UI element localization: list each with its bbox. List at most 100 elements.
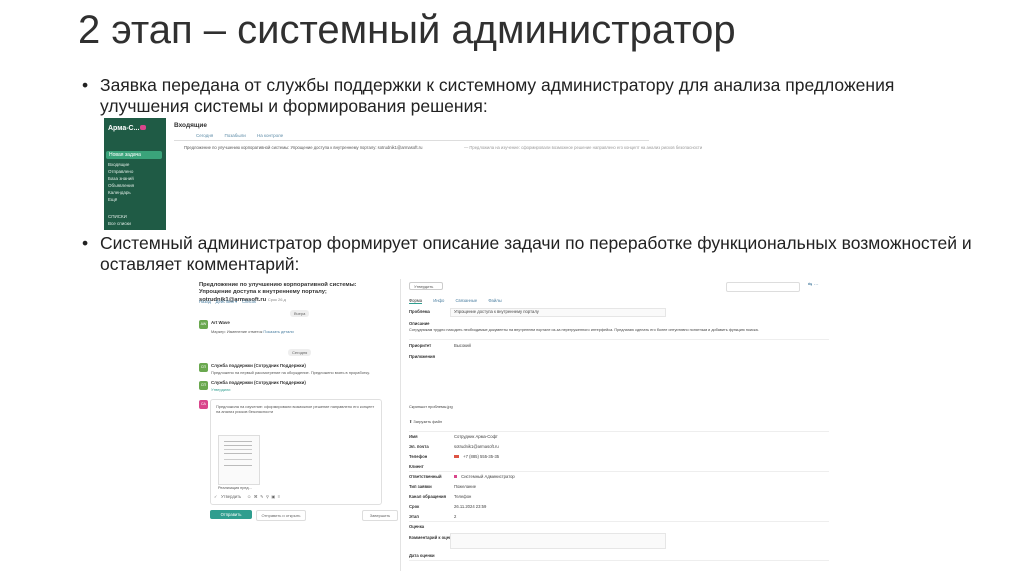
message-text: Маркер: Изменение отметок Показать детал… (211, 329, 294, 334)
phone-value[interactable]: +7 (885) 555-35-35 (454, 454, 499, 459)
complete-button[interactable]: Завершить (362, 510, 398, 521)
show-details-link[interactable]: Показать детали (263, 329, 293, 334)
reply-text[interactable]: Предложила на изучение: сформировали воз… (216, 404, 376, 414)
tab-related[interactable]: Связанные (456, 298, 478, 303)
send-button[interactable]: Отправить (210, 510, 252, 519)
bullet-dot: • (82, 75, 89, 95)
email-value[interactable]: sotrudnik1@armasoft.ru (454, 444, 499, 449)
app-name[interactable]: Арма-С... (108, 125, 139, 132)
channel-label: Канал обращения (409, 494, 447, 499)
responsible-name: Системный Администратор (461, 474, 515, 479)
tab-files[interactable]: Файлы (488, 298, 501, 303)
type-value[interactable]: Пожелание (454, 484, 476, 489)
link-icon[interactable]: ⚲ (266, 494, 269, 499)
problem-label: Проблема (409, 309, 430, 314)
rating-comment-label: Комментарий к оценке (409, 535, 457, 540)
actions-menu[interactable]: Действия ▾ (216, 299, 238, 304)
attachment-thumbnail[interactable] (218, 435, 260, 485)
more-icon[interactable]: ⋯ (814, 282, 819, 288)
emoji-icon[interactable]: ☺ (247, 494, 251, 499)
tab-control[interactable]: На контроле (257, 133, 283, 138)
inbox-row-title[interactable]: Предложение по улучшению корпоративной с… (184, 145, 422, 150)
channel-value[interactable]: Телефон (454, 494, 471, 499)
tab-forgotten[interactable]: Позабыли (225, 133, 246, 138)
format-icon[interactable]: ✎ (260, 494, 264, 499)
deadline-value[interactable]: 26.11.2024 23:59 (454, 504, 486, 509)
nav-item-inbox[interactable]: Входящие (108, 162, 129, 167)
phone-label: Телефон (409, 454, 428, 459)
bullet-2-text: Системный администратор формирует описан… (100, 233, 972, 274)
avatar: AW (199, 320, 208, 329)
tab-today[interactable]: Сегодня (196, 133, 213, 138)
screenshot-file[interactable]: Скриншот проблемы.jpg (409, 404, 453, 409)
divider (409, 521, 829, 522)
tab-form[interactable]: Форма (409, 298, 423, 304)
date-chip-today: Сегодня (288, 349, 312, 356)
tab-info[interactable]: Инфо (433, 298, 444, 303)
nav-item-more[interactable]: Ещё (108, 197, 117, 202)
slide-title: 2 этап – системный администратор (78, 8, 736, 52)
divider (409, 339, 829, 340)
date-chip-yesterday: Вчера (290, 310, 310, 317)
upload-label: Загрузить файл (413, 419, 443, 424)
lists-item[interactable]: Все списки (108, 221, 131, 226)
header-icons: ⇆ ⋯ (808, 282, 819, 288)
stage-label: Этап (409, 514, 419, 519)
search-input[interactable] (726, 282, 800, 292)
message-text: Утвердили (211, 387, 231, 392)
task-form-panel: Утвердить ⇆ ⋯ Форма Инфо Связанные Файлы… (406, 279, 832, 571)
inbox-header: Входящие (174, 122, 207, 129)
task-actions: Назад Действия ▾ Список (199, 299, 256, 304)
stage-value[interactable]: 2 (454, 514, 456, 519)
nav-item-announcements[interactable]: Объявления (108, 183, 134, 188)
back-button[interactable]: Назад (199, 299, 211, 304)
description-value[interactable]: Сотрудникам трудно находить необходимые … (409, 328, 759, 332)
flag-icon (454, 455, 459, 459)
notification-badge (140, 125, 146, 130)
email-label: Эл. почта (409, 444, 429, 449)
message-body: Маркер: Изменение отметок (211, 329, 263, 334)
nav-item-calendar[interactable]: Календарь (108, 190, 131, 195)
avatar: СП (199, 381, 208, 390)
inbox-screenshot: Арма-С... Новая задача Входящие Отправле… (104, 118, 702, 230)
editor-toolbar: ✓ Утвердить ☺ ⌘ ✎ ⚲ ▣ ≡ (214, 494, 280, 499)
rating-label: Оценка (409, 524, 425, 529)
attachments-label: Приложения (409, 354, 436, 359)
bullet-1: • Заявка передана от службы поддержки к … (82, 75, 902, 117)
client-label: Клиент (409, 464, 424, 469)
approve-button[interactable]: Утвердить (409, 282, 443, 290)
upload-icon: ⬆ (409, 419, 413, 424)
rating-date-label: Дата оценки (409, 553, 435, 558)
message-author: Art Wave (211, 320, 230, 325)
list-button[interactable]: Список (242, 299, 256, 304)
rating-comment-box[interactable] (450, 533, 666, 549)
form-tabs: Форма Инфо Связанные Файлы (409, 298, 512, 304)
list-icon[interactable]: ≡ (278, 494, 280, 499)
nav-item-sent[interactable]: Отправлено (108, 169, 133, 174)
task-screenshot: Предложение по улучшению корпоративной с… (196, 279, 832, 571)
check-icon[interactable]: ✓ (214, 494, 218, 499)
upload-file-button[interactable]: ⬆ Загрузить файл (409, 419, 442, 424)
nav-item-knowledge[interactable]: База знаний (108, 176, 134, 181)
attach-icon[interactable]: ⌘ (254, 494, 258, 499)
bullet-2: • Системный администратор формирует опис… (82, 233, 982, 275)
share-icon[interactable]: ⇆ (808, 282, 812, 288)
new-task-button[interactable]: Новая задача (106, 151, 162, 159)
name-label: Имя (409, 434, 418, 439)
divider (409, 560, 829, 561)
responsible-label: Ответственный (409, 474, 442, 479)
send-open-button[interactable]: Отправить и открыть (256, 510, 306, 521)
document-lines (224, 441, 252, 442)
divider (174, 140, 649, 141)
bullet-dot: • (82, 233, 89, 253)
inbox-tabs: Сегодня Позабыли На контроле (196, 133, 293, 138)
message-text: Предложено на первый рассмотрение на обс… (211, 370, 370, 375)
approve-action[interactable]: Утвердить (221, 494, 241, 499)
problem-value: Упрощение доступа к внутреннему порталу (454, 309, 539, 314)
name-value[interactable]: Сотрудник Арма-Софт (454, 434, 498, 439)
priority-value[interactable]: Высокий (454, 343, 471, 348)
attachment-label[interactable]: Реализация пред... (218, 486, 252, 490)
responsible-value[interactable]: Системный Администратор (454, 474, 515, 479)
image-icon[interactable]: ▣ (271, 494, 275, 499)
lists-label: СПИСКИ (108, 214, 127, 219)
